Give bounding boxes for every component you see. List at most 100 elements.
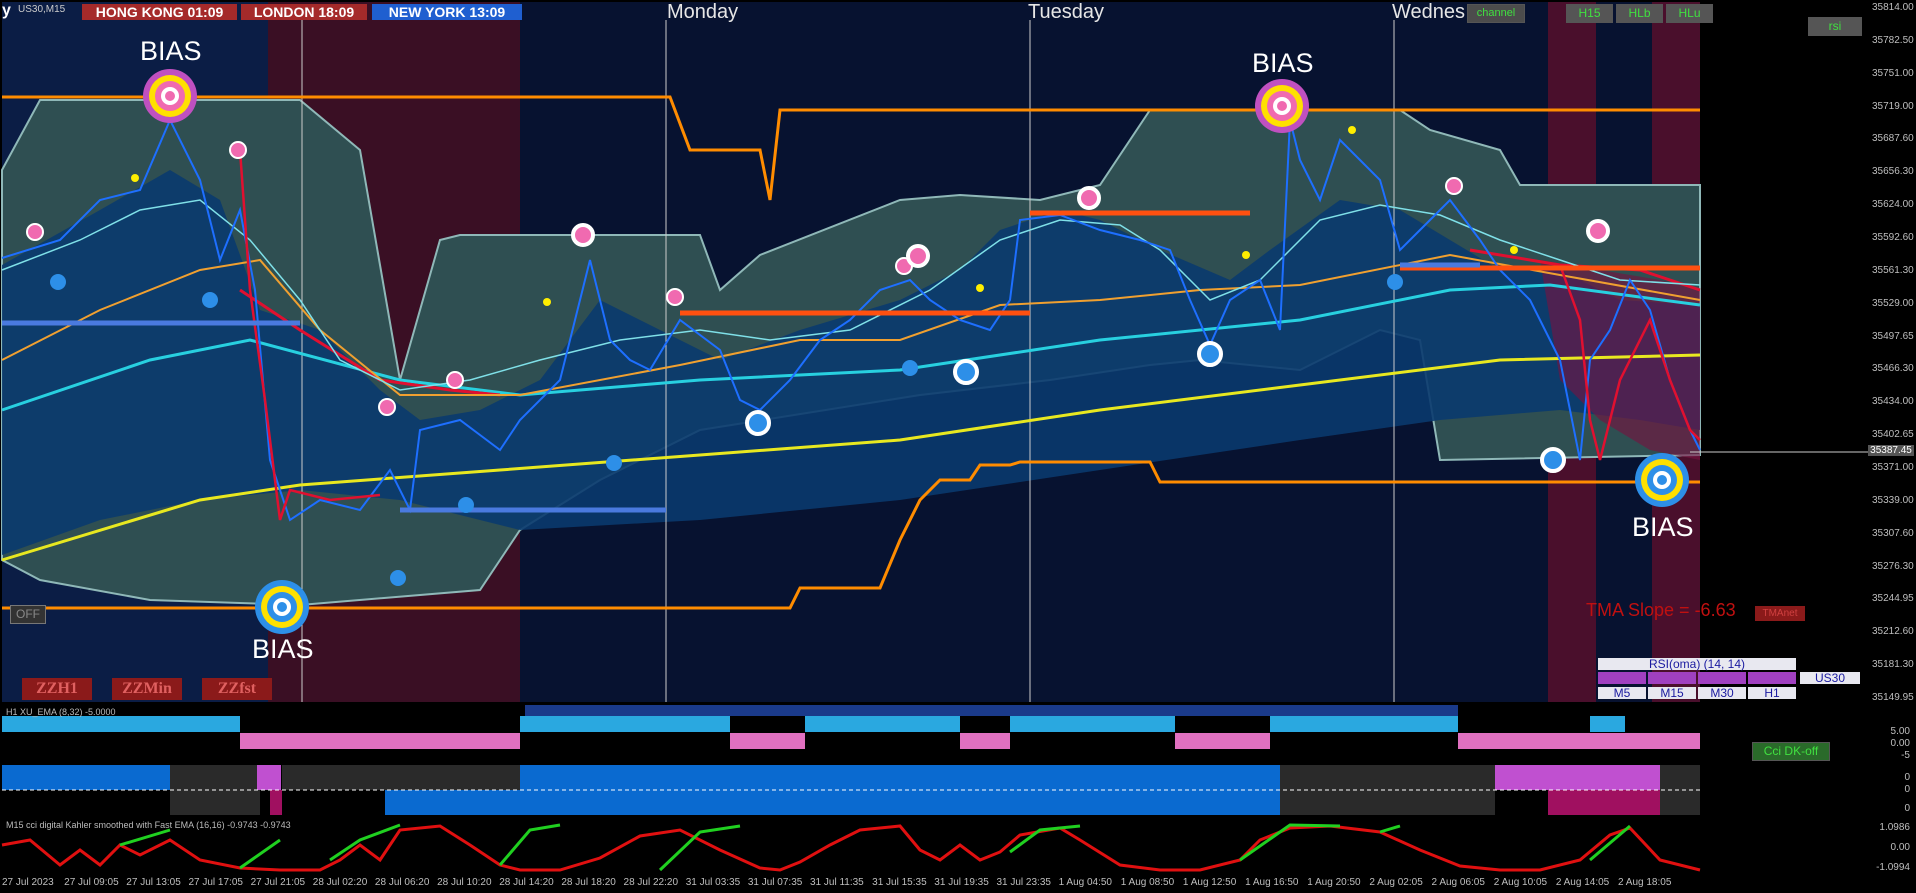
indicator1-axis-mid: 0.00 <box>1890 738 1910 749</box>
zzh1-button[interactable]: ZZH1 <box>22 678 92 700</box>
price-axis-tick: 35181.30 <box>1872 659 1914 671</box>
time-axis-tick: 31 Jul 23:35 <box>996 877 1051 888</box>
indicator3-axis-mid: 0.00 <box>1890 842 1910 853</box>
time-axis-tick: 2 Aug 02:05 <box>1369 877 1423 888</box>
rsi-button[interactable]: rsi <box>1808 17 1862 36</box>
time-axis-tick: 27 Jul 09:05 <box>64 877 119 888</box>
session-london: LONDON 18:09 <box>241 4 367 20</box>
bias-label-bottom-left: BIAS <box>252 634 314 664</box>
rsi-bar-m5 <box>1598 672 1646 684</box>
time-axis-tick: 31 Jul 11:35 <box>810 877 864 888</box>
price-axis-tick: 35339.00 <box>1872 494 1914 506</box>
tma-slope-value: -6.63 <box>1694 600 1736 620</box>
time-axis-tick: 1 Aug 20:50 <box>1307 877 1361 888</box>
indicator2-axis-top: 0 <box>1904 772 1910 783</box>
price-axis-tick: 35782.50 <box>1872 34 1914 46</box>
indicator1-axis-top: 5.00 <box>1890 726 1910 737</box>
price-axis-tick: 35687.60 <box>1872 133 1914 145</box>
time-axis-tick: 1 Aug 16:50 <box>1245 877 1299 888</box>
price-axis-tick: 35212.60 <box>1872 626 1914 638</box>
h15-button[interactable]: H15 <box>1566 4 1613 23</box>
price-axis-tick: 35719.00 <box>1872 100 1914 112</box>
price-axis-tick: 35592.60 <box>1872 232 1914 243</box>
price-axis-tick: 35276.30 <box>1872 560 1914 572</box>
time-axis-tick: 31 Jul 07:35 <box>747 877 803 888</box>
session-hong-kong: HONG KONG 01:09 <box>82 4 237 20</box>
time-axis-tick: 31 Jul 03:35 <box>685 877 741 888</box>
price-axis-tick: 35434.00 <box>1872 396 1914 408</box>
cci-dk-off-button[interactable]: Cci DK-off <box>1752 742 1830 761</box>
time-axis-tick: 1 Aug 12:50 <box>1182 877 1237 888</box>
bias-label-bottom-right: BIAS <box>1632 512 1694 542</box>
time-axis-tick: 28 Jul 18:20 <box>561 877 616 888</box>
time-axis-tick: 28 Jul 10:20 <box>437 877 492 888</box>
channel-button[interactable]: channel <box>1467 4 1525 23</box>
price-axis-tick: 35751.00 <box>1872 67 1914 79</box>
session-new-york: NEW YORK 13:09 <box>372 4 522 20</box>
price-axis: 35814.00 35782.50 35751.00 35719.00 35687.60… <box>1868 0 1916 703</box>
price-axis-tick: 35307.60 <box>1872 527 1914 539</box>
time-axis-tick: 27 Jul 17:05 <box>188 877 243 888</box>
chart-window[interactable]: y US30,M15 HONG KONG 01:09 LONDON 18:09 … <box>0 0 1916 893</box>
indicator2-axis-bottom: 0 <box>1904 803 1910 814</box>
off-button[interactable]: OFF <box>10 605 46 624</box>
indicator3-axis-top: 1.0986 <box>1879 822 1910 833</box>
tma-slope-label: TMA Slope = -6.63 <box>1586 600 1736 621</box>
time-axis-tick: 27 Jul 21:05 <box>250 877 306 888</box>
price-axis-tick: 35371.00 <box>1872 462 1914 473</box>
time-axis-tick: 1 Aug 04:50 <box>1058 877 1112 888</box>
time-axis-tick: 1 Aug 08:50 <box>1120 877 1175 888</box>
price-axis-tick: 35814.00 <box>1872 2 1914 13</box>
time-axis-tick: 28 Jul 02:20 <box>312 877 368 888</box>
price-axis-tick: 35244.95 <box>1872 593 1914 605</box>
tmanet-button[interactable]: TMAnet <box>1755 606 1805 621</box>
zzmin-button[interactable]: ZZMin <box>112 678 182 700</box>
price-axis-tick: 35149.95 <box>1872 692 1914 703</box>
symbol-label: US30,M15 <box>18 4 66 15</box>
day-label-wednesday: Wednes <box>1392 1 1466 23</box>
rsi-bar-m30 <box>1698 672 1746 684</box>
time-axis: 27 Jul 2023 27 Jul 09:05 27 Jul 13:05 27 Ju… <box>0 874 1868 893</box>
price-axis-tick: 35402.65 <box>1872 429 1914 441</box>
bias-label-top-right: BIAS <box>1252 48 1314 78</box>
price-chart[interactable] <box>0 0 1916 893</box>
rsi-tf-m5[interactable]: M5 <box>1598 687 1646 699</box>
time-axis-tick: 31 Jul 15:35 <box>872 877 927 888</box>
time-axis-tick: 28 Jul 06:20 <box>374 877 430 888</box>
time-axis-tick: 27 Jul 13:05 <box>126 877 181 888</box>
price-axis-tick: 35561.30 <box>1872 264 1914 276</box>
indicator3-axis-bottom: -1.0994 <box>1876 862 1910 873</box>
price-axis-tick: 35529.00 <box>1872 297 1914 309</box>
time-axis-tick: 2 Aug 18:05 <box>1618 877 1672 888</box>
time-axis-tick: 2 Aug 10:05 <box>1493 877 1548 888</box>
current-price-tag: 35387.45 <box>1868 445 1914 456</box>
rsi-tf-m30[interactable]: M30 <box>1698 687 1746 699</box>
price-axis-tick: 35497.65 <box>1872 330 1914 342</box>
time-axis-tick: 27 Jul 2023 <box>2 877 54 888</box>
rsi-tf-h1[interactable]: H1 <box>1748 687 1796 699</box>
time-axis-tick: 28 Jul 22:20 <box>623 877 679 888</box>
indicator2-axis-mid: 0 <box>1904 784 1910 795</box>
price-axis-tick: 35466.30 <box>1872 363 1914 375</box>
indicator3-label: M15 cci digital Kahler smoothed with Fas… <box>6 820 291 830</box>
time-axis-tick: 31 Jul 19:35 <box>934 877 989 888</box>
rsi-panel-title: RSI(oma) (14, 14) <box>1598 658 1796 670</box>
rsi-symbol: US30 <box>1800 672 1860 684</box>
tma-slope-text: TMA Slope = <box>1586 600 1695 620</box>
time-axis-tick: 2 Aug 06:05 <box>1431 877 1485 888</box>
time-axis-tick: 2 Aug 14:05 <box>1555 877 1610 888</box>
rsi-bar-h1 <box>1748 672 1796 684</box>
day-label-tuesday: Tuesday <box>1028 1 1104 23</box>
indicator1-label: H1 XU_EMA (8,32) -5.0000 <box>6 707 116 717</box>
zzfst-button[interactable]: ZZfst <box>202 678 272 700</box>
indicator1-axis-bottom: -5 <box>1901 750 1910 761</box>
price-axis-tick: 35656.30 <box>1872 166 1914 178</box>
rsi-bar-m15 <box>1648 672 1696 684</box>
window-corner-glyph: y <box>2 2 11 19</box>
rsi-tf-m15[interactable]: M15 <box>1648 687 1696 699</box>
day-label-monday: Monday <box>667 1 739 23</box>
time-axis-tick: 28 Jul 14:20 <box>499 877 554 888</box>
price-axis-tick: 35624.00 <box>1872 199 1914 211</box>
hlu-button[interactable]: HLu <box>1666 4 1713 23</box>
hlb-button[interactable]: HLb <box>1616 4 1663 23</box>
